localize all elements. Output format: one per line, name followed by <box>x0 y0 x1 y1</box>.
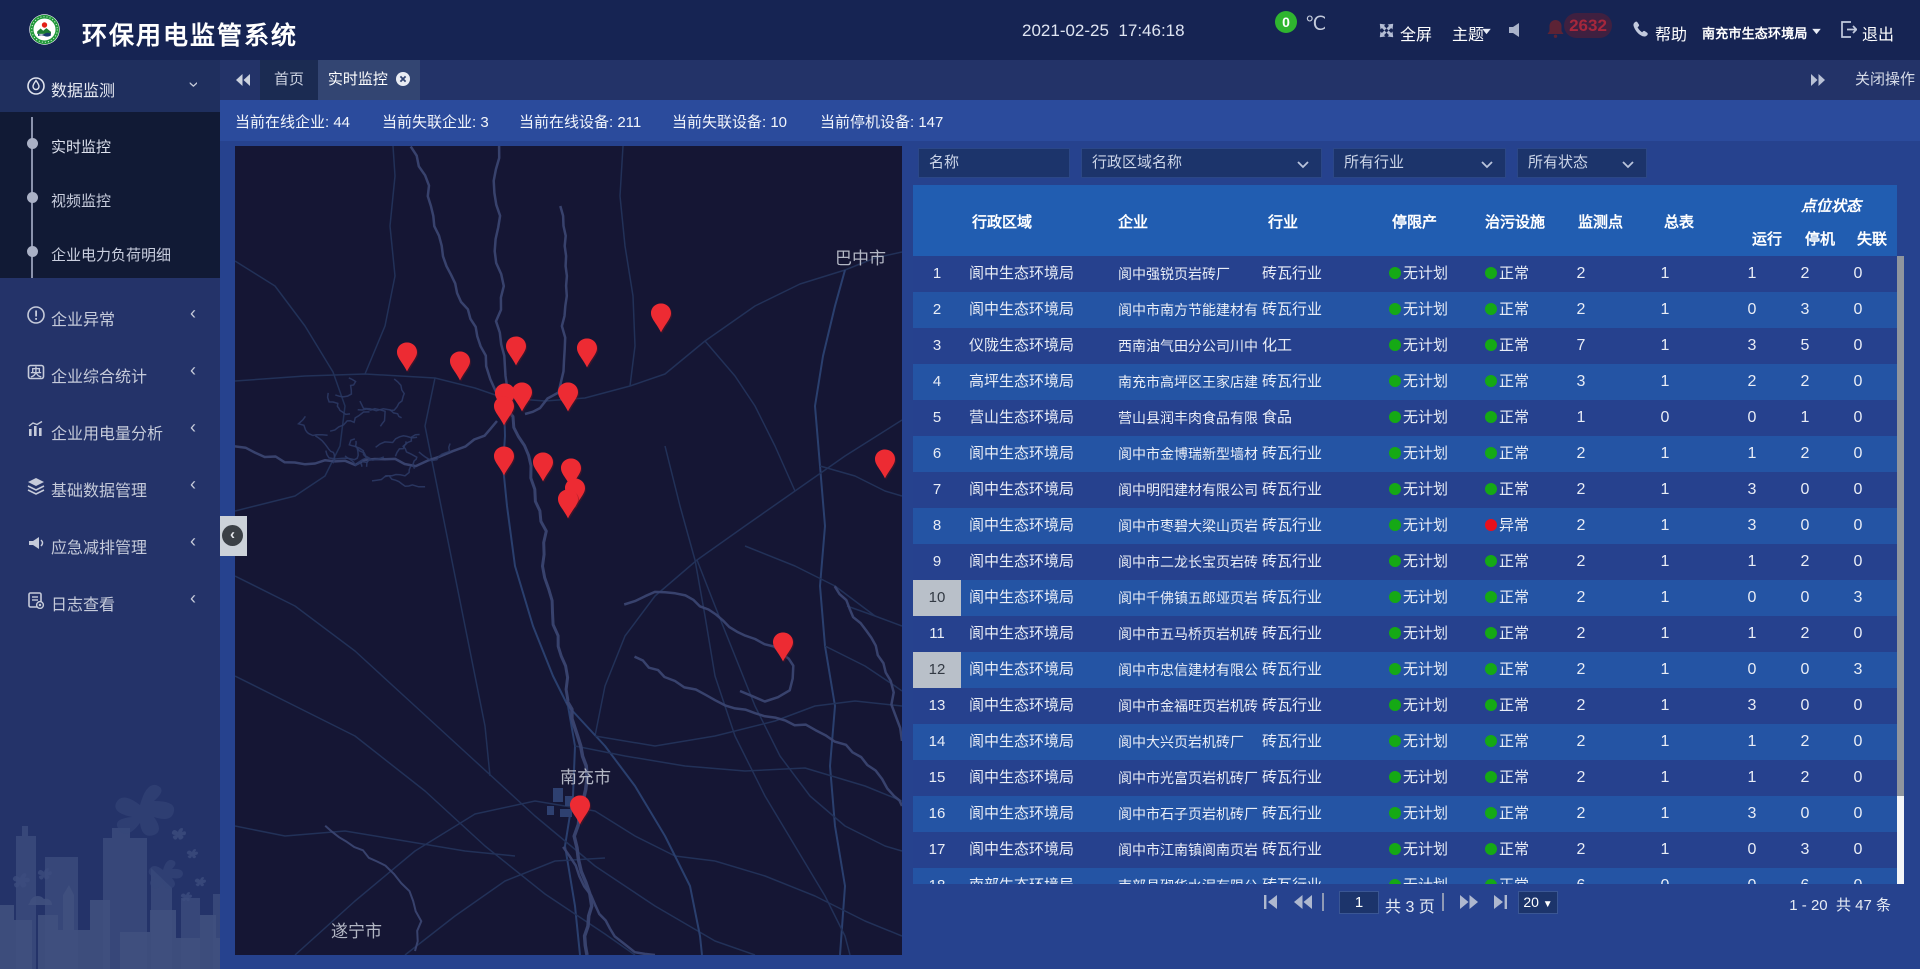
svg-text:央: 央 <box>31 365 43 379</box>
